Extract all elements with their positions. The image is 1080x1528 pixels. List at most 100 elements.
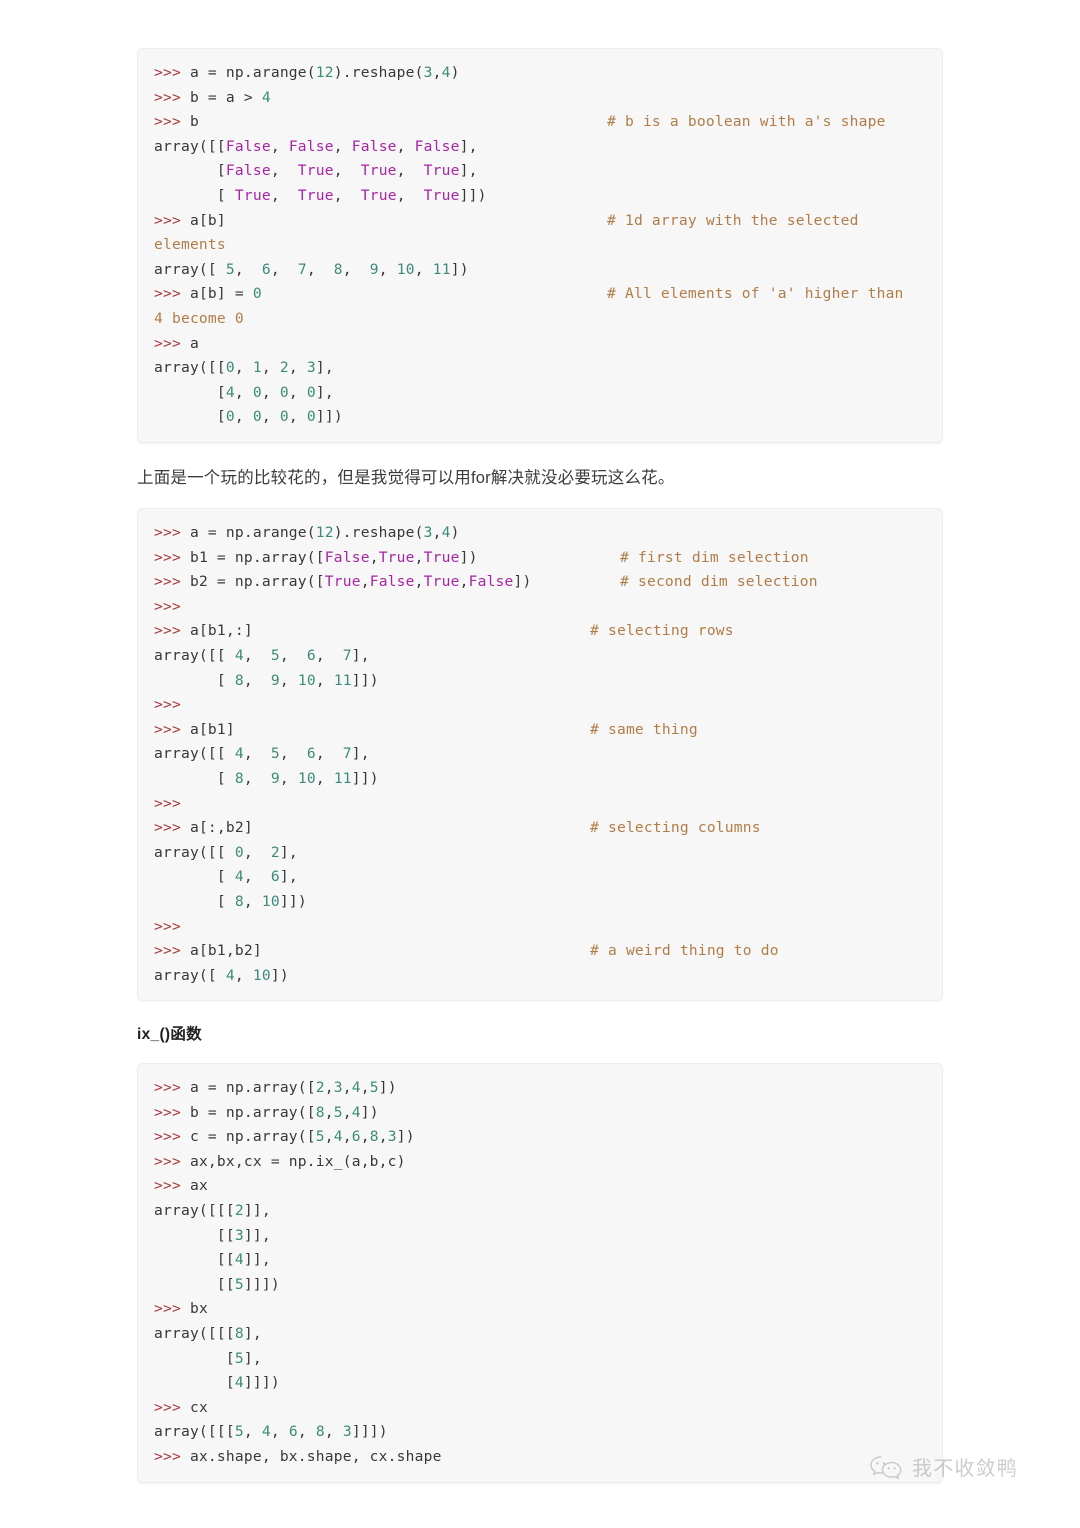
code-token-bool: False bbox=[225, 162, 271, 180]
code-line: [[3]], bbox=[154, 1224, 942, 1249]
code-token-prompt: >>> bbox=[154, 1398, 190, 1416]
code-token-plain: , bbox=[279, 745, 307, 763]
code-token-num: 4 bbox=[225, 966, 235, 984]
code-token-plain: , bbox=[333, 162, 361, 180]
code-token-plain: [ bbox=[154, 186, 235, 204]
code-token-plain: array([[[ bbox=[154, 1201, 235, 1219]
code-token-plain: b2 = np.array([ bbox=[189, 573, 325, 591]
code-token-plain: cx bbox=[189, 1398, 208, 1416]
code-line: [ 8, 9, 10, 11]]) bbox=[154, 669, 942, 694]
code-line: >>> bbox=[154, 792, 942, 817]
code-token-num: 7 bbox=[342, 646, 352, 664]
code-token-num: 8 bbox=[234, 671, 244, 689]
code-token-plain: ]) bbox=[360, 1103, 379, 1121]
code-token-plain: [ bbox=[154, 383, 226, 401]
code-token-plain: [ bbox=[154, 769, 235, 787]
code-token-plain: array([ bbox=[154, 966, 226, 984]
code-line: 4 become 0 bbox=[154, 307, 942, 332]
code-token-num: 5 bbox=[315, 1128, 325, 1146]
code-token-prompt: >>> bbox=[154, 917, 181, 935]
code-token-num: 7 bbox=[342, 745, 352, 763]
code-token-num: 6 bbox=[306, 745, 316, 763]
code-token-plain: , bbox=[297, 1423, 316, 1441]
code-token-num: 6 bbox=[306, 646, 316, 664]
code-token-num: 5 bbox=[225, 260, 235, 278]
code-token-plain: array([[ bbox=[154, 843, 235, 861]
code-line: array([[[8], bbox=[154, 1322, 942, 1347]
code-token-plain: , bbox=[378, 260, 397, 278]
code-token-num: 0 bbox=[306, 383, 316, 401]
code-token-bool: True bbox=[423, 162, 460, 180]
code-token-num: 11 bbox=[432, 260, 451, 278]
code-token-prompt: >>> bbox=[154, 113, 190, 131]
code-token-num: 2 bbox=[315, 1079, 325, 1096]
code-token-plain: ).reshape( bbox=[333, 64, 424, 81]
code-token-plain: a[b1] bbox=[189, 720, 235, 738]
code-token-num: 4 bbox=[351, 1103, 361, 1121]
code-token-plain: , bbox=[288, 383, 307, 401]
code-token-plain: ]) bbox=[378, 1079, 397, 1096]
code-token-prompt: >>> bbox=[154, 524, 190, 541]
code-token-plain: , bbox=[324, 1103, 334, 1121]
code-token-plain: a = np.arange( bbox=[189, 64, 316, 81]
code-token-num: 3 bbox=[423, 524, 433, 541]
code-token-prompt: >>> bbox=[154, 548, 190, 566]
code-token-prompt: >>> bbox=[154, 720, 190, 738]
code-token-num: 11 bbox=[333, 671, 352, 689]
watermark-label: 我不收敛鸭 bbox=[912, 1458, 1018, 1480]
code-line: array([ 4, 10]) bbox=[154, 964, 942, 989]
code-token-num: 0 bbox=[252, 383, 262, 401]
code-line: >>> a = np.arange(12).reshape(3,4) bbox=[154, 521, 942, 546]
code-token-bool: True bbox=[423, 186, 460, 204]
code-token-num: 4 bbox=[234, 646, 244, 664]
code-token-num: 11 bbox=[333, 769, 352, 787]
code-token-num: 4 bbox=[261, 88, 271, 106]
code-token-num: 8 bbox=[234, 892, 244, 910]
code-line: elements bbox=[154, 233, 942, 258]
code-token-plain: , bbox=[396, 137, 415, 155]
code-token-plain: ]], bbox=[243, 1251, 271, 1269]
code-token-plain: , bbox=[360, 1079, 370, 1096]
code-token-plain: , bbox=[360, 1128, 370, 1146]
code-token-plain: ], bbox=[279, 843, 298, 861]
code-token-plain: , bbox=[279, 646, 307, 664]
code-token-bool: True bbox=[297, 162, 334, 180]
code-token-num: 0 bbox=[252, 408, 262, 426]
code-token-plain: , bbox=[315, 671, 334, 689]
code-token-num: 4 bbox=[441, 64, 451, 81]
code-token-num: 6 bbox=[261, 260, 271, 278]
code-token-plain: ) bbox=[450, 64, 460, 81]
code-token-num: 4 bbox=[234, 1374, 244, 1392]
code-line: >>> b1 = np.array([False,True,True]) # fi… bbox=[154, 546, 942, 571]
code-token-plain: ]) bbox=[513, 573, 532, 591]
code-token-plain: [[ bbox=[154, 1251, 235, 1269]
code-token-plain: ], bbox=[243, 1349, 262, 1367]
code-comment: # 1d array with the selected bbox=[607, 211, 859, 229]
code-token-plain: , bbox=[324, 1128, 334, 1146]
code-line: >>> b = a > 4 bbox=[154, 86, 942, 111]
code-token-plain: , bbox=[432, 524, 442, 541]
code-line: >>> b2 = np.array([True,False,True,False… bbox=[154, 570, 942, 595]
code-token-num: 5 bbox=[234, 1423, 244, 1441]
code-token-plain: array([[[ bbox=[154, 1324, 235, 1342]
code-comment: # selecting rows bbox=[590, 622, 734, 640]
code-token-plain: ]]) bbox=[459, 186, 487, 204]
code-token-num: 10 bbox=[396, 260, 415, 278]
code-token-prompt: >>> bbox=[154, 942, 190, 960]
code-token-plain: , bbox=[270, 260, 298, 278]
code-token-plain: , bbox=[243, 843, 271, 861]
code-token-num: 2 bbox=[270, 843, 280, 861]
code-token-plain: array([[ bbox=[154, 745, 235, 763]
code-token-plain: ax.shape, bx.shape, cx.shape bbox=[189, 1447, 442, 1465]
code-comment: # All elements of 'a' higher than bbox=[607, 285, 904, 303]
code-comment: # selecting columns bbox=[590, 819, 761, 837]
code-token-plain: , bbox=[432, 64, 442, 81]
code-comment: # first dim selection bbox=[620, 548, 809, 566]
code-line: [4, 0, 0, 0], bbox=[154, 381, 942, 406]
code-token-plain: b1 = np.array([ bbox=[189, 548, 325, 566]
code-token-plain: , bbox=[261, 408, 280, 426]
code-token-num: 3 bbox=[333, 1079, 343, 1096]
code-line: [[5]]]) bbox=[154, 1273, 942, 1298]
code-token-plain: , bbox=[234, 408, 253, 426]
code-token-plain: b bbox=[189, 113, 199, 131]
